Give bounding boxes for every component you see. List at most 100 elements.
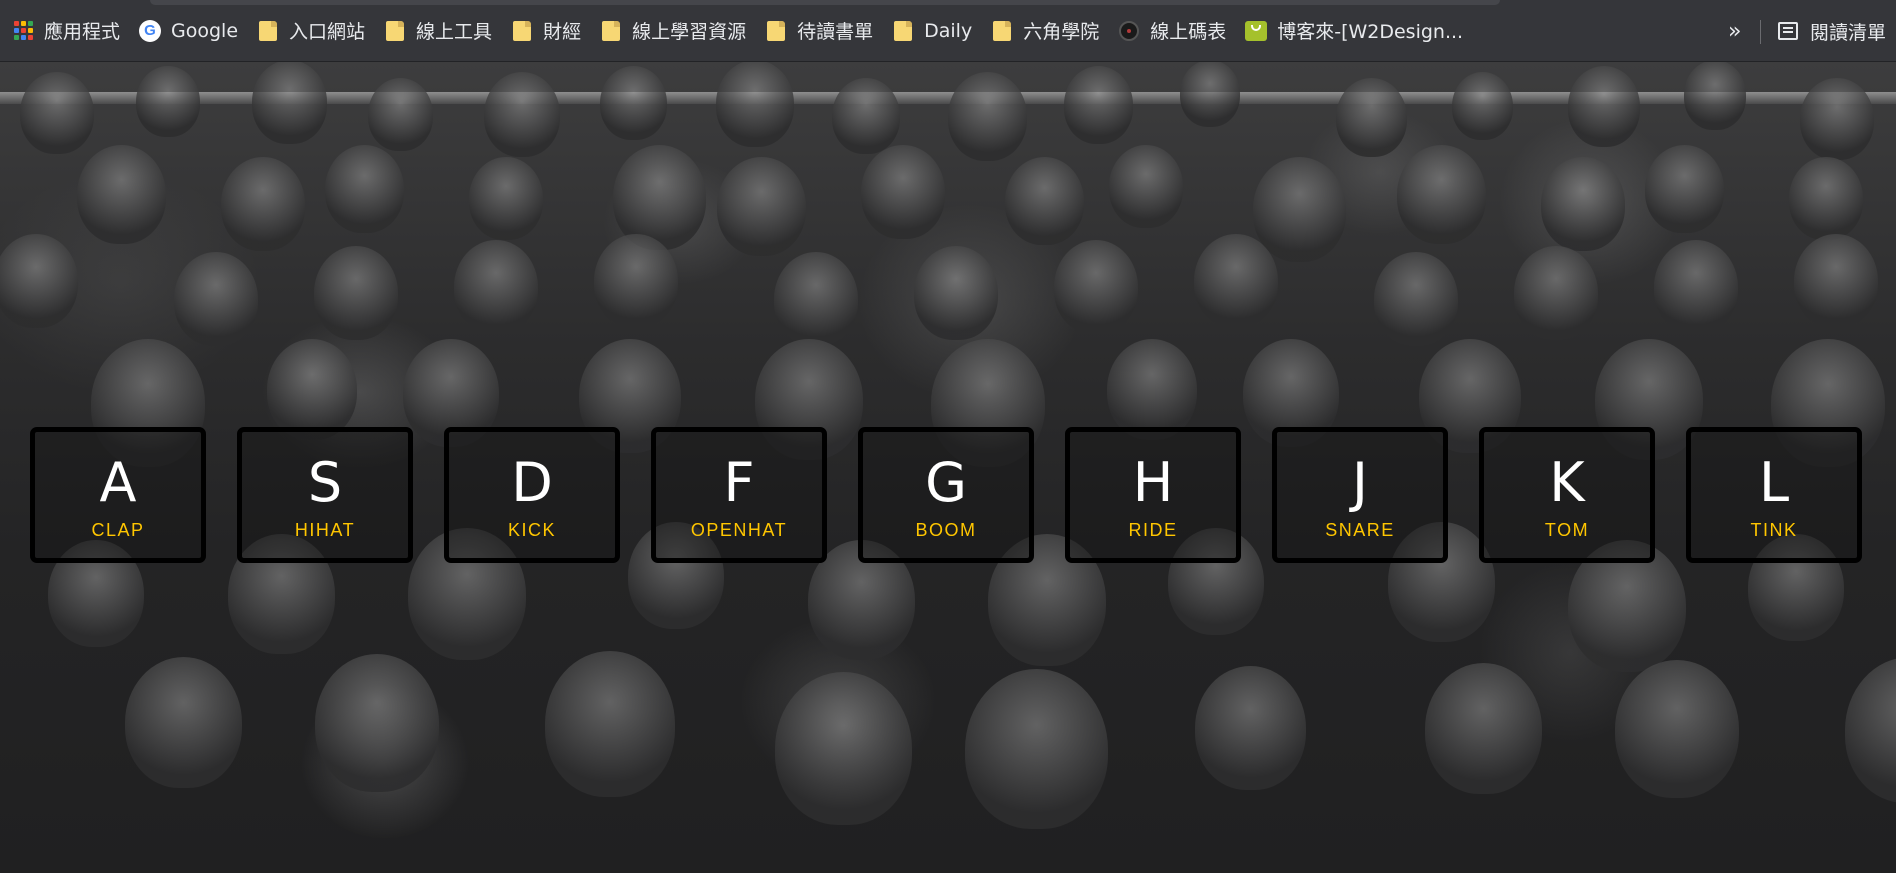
drum-key-s[interactable]: S HIHAT [237,427,413,563]
bookmarks-overflow-button[interactable]: » [1728,11,1741,51]
crowd-head [1253,157,1347,262]
crowd-head [774,252,858,346]
crowd-head [1195,666,1306,790]
crowd-head [1794,234,1878,328]
bookmark-label: Daily [924,19,973,42]
drum-key-f[interactable]: F OPENHAT [651,427,827,563]
key-sound-label: OPENHAT [690,520,788,540]
bookmark-folder-reading-list[interactable]: 待讀書單 [759,11,886,51]
crowd-head [717,157,806,257]
crowd-head [775,672,912,825]
bookmark-folder-hexschool[interactable]: 六角學院 [985,11,1112,51]
crowd-head [1425,663,1542,795]
bookmark-label: 線上學習資源 [632,21,747,43]
apps-grid-icon [12,20,34,42]
crowd-head [1109,145,1183,228]
reading-list-label: 閱讀清單 [1810,21,1887,44]
crowd-head [1452,72,1513,141]
crowd-head [948,72,1028,161]
drum-key-h[interactable]: H RIDE [1065,427,1241,563]
crowd-head [1845,657,1896,803]
google-icon: G [139,19,162,42]
crowd-head [914,246,998,340]
drum-key-a[interactable]: A CLAP [30,427,206,563]
bookmark-label: 博客來-[W2Design... [1277,21,1464,43]
key-sound-label: HIHAT [294,520,356,540]
crowd-head [1336,78,1407,158]
crowd-head [1180,62,1240,127]
crowd-head [716,62,794,148]
crowd-head [1397,145,1486,245]
crowd-head [20,72,94,155]
crowd-head [125,657,242,789]
bookmark-folder-online-tools[interactable]: 線上工具 [378,11,505,51]
crowd-head [0,234,78,328]
key-sound-label: KICK [507,520,556,540]
crowd-head [965,669,1108,830]
bookmark-folder-learning[interactable]: 線上學習資源 [594,11,759,51]
shopping-bag-icon [1245,20,1268,42]
crowd-head [594,234,678,328]
crowd-head [1054,240,1138,334]
key-letter: F [723,451,755,514]
tab-strip-edge [150,0,1500,5]
crowd-head [469,157,543,240]
bookmark-label: 入口網站 [289,21,366,43]
bookmarks-bar: 應用程式 G Google 入口網站 線上工具 財經 線上學習資源 待讀書單 D… [0,0,1896,62]
stopwatch-icon [1118,20,1140,42]
crowd-head [484,72,561,158]
bookmark-google[interactable]: G Google [133,11,251,51]
drum-key-g[interactable]: G BOOM [858,427,1034,563]
bookmark-label: 財經 [543,21,582,43]
bookmark-label: 待讀書單 [797,21,874,43]
crowd-head [314,246,398,340]
bookmark-folder-finance[interactable]: 財經 [505,11,594,51]
bookmark-label: 應用程式 [44,21,121,43]
crowd-head [832,78,900,155]
drum-key-d[interactable]: D KICK [444,427,620,563]
bookmark-stopwatch[interactable]: 線上碼表 [1112,11,1239,51]
crowd-head [325,145,404,234]
crowd-head [1064,66,1134,144]
crowd-head [315,654,439,793]
reading-list-icon [1778,22,1798,40]
bookmark-folder-daily[interactable]: Daily [886,11,985,51]
bookmark-label: 線上碼表 [1150,21,1227,43]
crowd-head [136,66,200,138]
key-sound-label: TOM [1544,520,1590,540]
crowd-head [545,651,675,797]
crowd-head [1789,157,1863,240]
crowd-head [221,157,305,251]
crowd-photo-background: A CLAP S HIHAT D KICK F OPENHAT G BOOM H… [0,62,1896,873]
crowd-head [454,240,538,334]
key-letter: A [99,451,137,514]
crowd-head [1645,145,1724,234]
folder-icon [600,20,622,42]
drum-key-l[interactable]: L TINK [1686,427,1862,563]
crowd-head [1107,339,1197,440]
key-sound-label: RIDE [1128,520,1178,540]
key-letter: D [511,451,553,514]
key-letter: K [1549,451,1585,514]
key-sound-label: SNARE [1325,520,1395,540]
crowd-head [174,252,258,346]
key-letter: L [1758,451,1790,514]
crowd-head [1541,157,1625,251]
drum-key-k[interactable]: K TOM [1479,427,1655,563]
crowd-head [368,78,434,151]
bookmark-apps[interactable]: 應用程式 [6,11,133,51]
crowd-head [1684,62,1747,130]
bookmark-folder-portal[interactable]: 入口網站 [251,11,378,51]
key-letter: H [1132,451,1174,514]
bookmark-label: 線上工具 [416,21,493,43]
drum-keys: A CLAP S HIHAT D KICK F OPENHAT G BOOM H… [0,427,1896,567]
key-sound-label: TINK [1750,520,1798,540]
folder-icon [892,20,914,42]
crowd-head [1194,234,1278,328]
crowd-head [77,145,166,245]
crowd-head [1800,78,1874,161]
drum-key-j[interactable]: J SNARE [1272,427,1448,563]
reading-list-button[interactable]: 閱讀清單 [1770,11,1894,51]
key-sound-label: BOOM [915,520,977,540]
bookmark-books-store[interactable]: 博客來-[W2Design... [1239,11,1476,51]
